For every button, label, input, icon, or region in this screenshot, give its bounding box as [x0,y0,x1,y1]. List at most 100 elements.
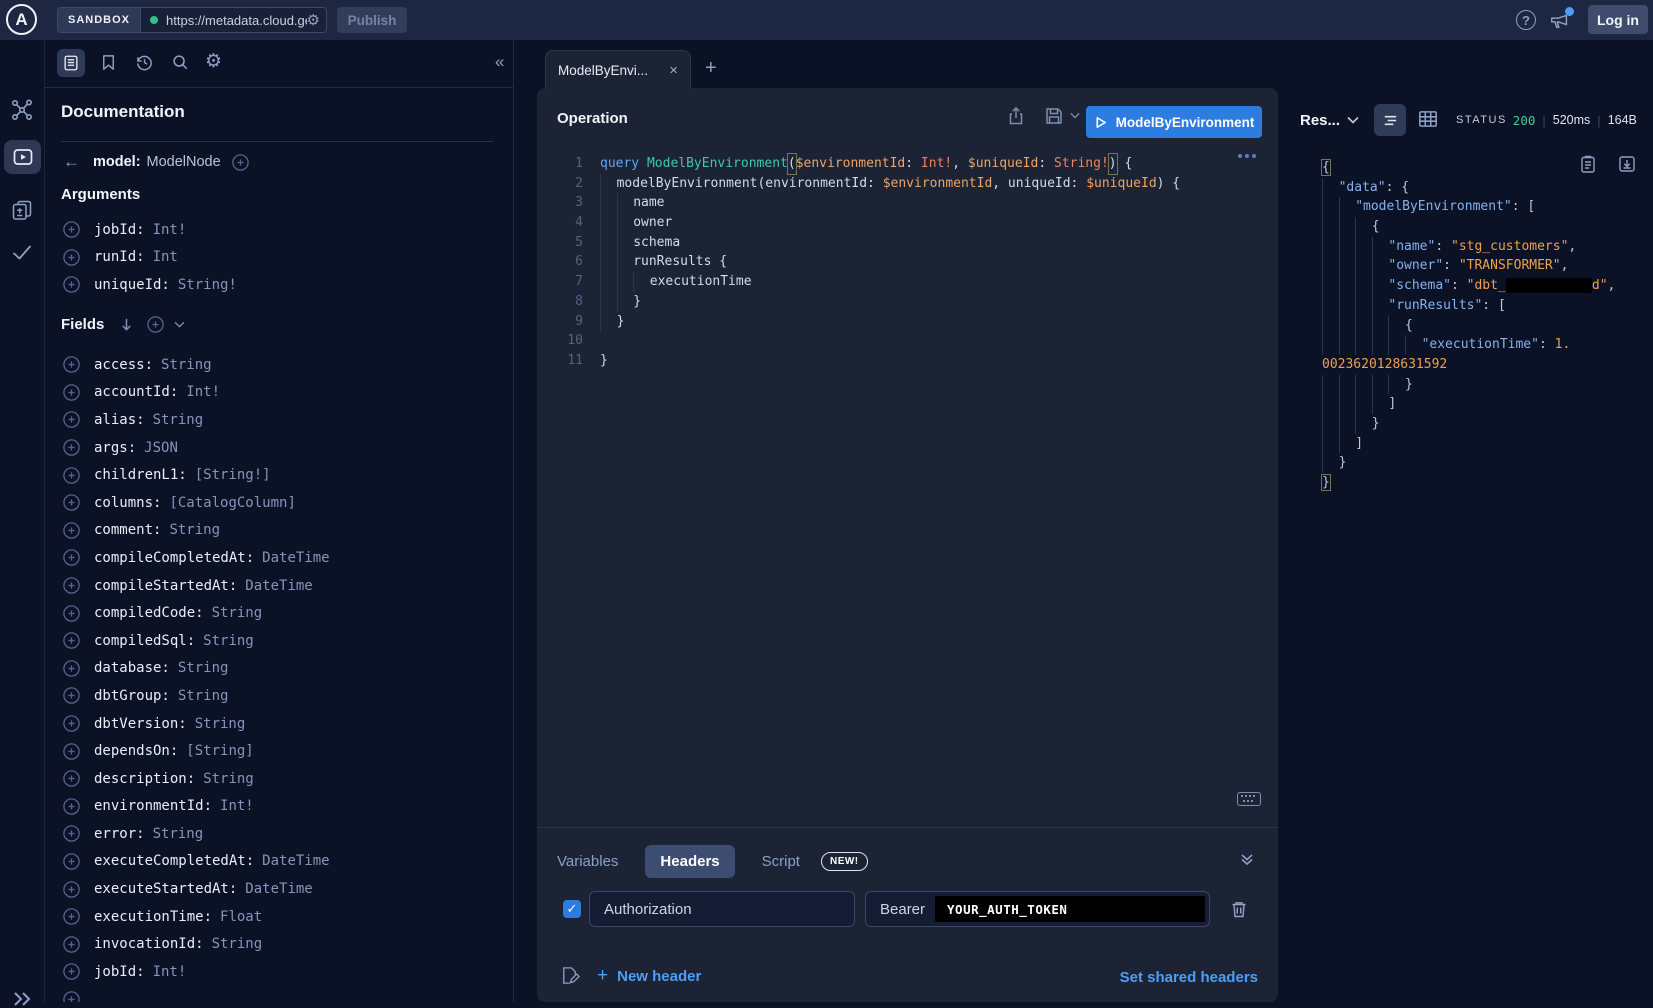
edit-headers-file-icon[interactable] [559,965,581,987]
doc-field-row[interactable]: environmentId:Int! [63,793,513,821]
circle-plus-icon[interactable] [63,632,80,649]
collapse-panel-icon[interactable]: « [495,51,504,73]
pretty-view-toggle-active[interactable] [1374,104,1406,136]
tab-script[interactable]: Script [762,853,800,870]
doc-field-row[interactable]: alias:String [63,406,513,434]
circle-plus-icon[interactable] [63,384,80,401]
code-line[interactable]: 5schema [537,233,1278,253]
circle-plus-icon[interactable] [63,249,80,266]
delete-header-trash-icon[interactable] [1229,899,1249,919]
publish-button[interactable]: Publish [337,7,407,33]
back-arrow-icon[interactable]: ← [63,152,80,172]
tab-variables[interactable]: Variables [557,853,618,870]
share-operation-icon[interactable] [1005,105,1027,127]
doc-field-row[interactable]: executionTime:Float [63,903,513,931]
response-dropdown-chevron-icon[interactable] [1347,116,1359,124]
checks-icon[interactable] [10,240,34,264]
editor-overflow-menu-icon[interactable] [1238,154,1256,158]
doc-field-row[interactable]: uniqueId:String! [63,271,513,299]
code-line[interactable]: 10 [537,331,1278,351]
search-icon[interactable] [171,53,191,73]
doc-field-row[interactable]: args:JSON [63,434,513,462]
circle-plus-icon[interactable] [63,743,80,760]
doc-field-row[interactable]: compileCompletedAt:DateTime [63,544,513,572]
circle-plus-icon[interactable] [63,411,80,428]
sort-fields-icon[interactable] [119,317,134,332]
doc-field-row[interactable]: dependsOn:[String] [63,737,513,765]
circle-plus-icon[interactable] [63,276,80,293]
doc-field-row[interactable]: comment:String [63,517,513,545]
doc-field-row[interactable]: compileStartedAt:DateTime [63,572,513,600]
circle-plus-icon[interactable] [232,154,249,171]
doc-field-row[interactable]: childrenL1:[String!] [63,461,513,489]
circle-plus-icon[interactable] [63,825,80,842]
history-icon[interactable] [135,53,155,73]
apollo-logo-icon[interactable]: A [6,4,37,35]
close-tab-icon[interactable]: × [669,62,678,79]
doc-field-row[interactable]: executeCompletedAt:DateTime [63,848,513,876]
new-header-button[interactable]: + New header [597,965,701,987]
circle-plus-icon[interactable] [63,770,80,787]
doc-field-row[interactable]: dbtGroup:String [63,682,513,710]
circle-plus-icon[interactable] [63,660,80,677]
response-title[interactable]: Res... [1300,112,1340,129]
login-button[interactable]: Log in [1588,5,1648,34]
save-operation-icon[interactable] [1043,105,1065,127]
circle-plus-icon[interactable] [63,798,80,815]
doc-field-row[interactable]: database:String [63,655,513,683]
code-line[interactable]: 3name [537,193,1278,213]
operation-collections-icon[interactable] [10,198,34,222]
doc-field-row[interactable]: description:String [63,765,513,793]
header-enabled-checkbox[interactable]: ✓ [563,900,581,918]
operation-tab[interactable]: ModelByEnvi... × [545,50,691,89]
circle-plus-icon[interactable] [63,467,80,484]
circle-plus-icon[interactable] [63,549,80,566]
doc-field-row[interactable]: dbtVersion:String [63,710,513,738]
add-all-fields-plus-icon[interactable] [147,316,164,333]
settings-gear-icon[interactable]: ⚙ [205,50,225,70]
table-view-toggle-icon[interactable] [1416,107,1442,133]
endpoint-url-input[interactable]: https://metadata.cloud.get ⚙ [141,8,326,32]
announcements-megaphone-icon[interactable] [1548,9,1572,31]
doc-field-row[interactable]: executeStartedAt:DateTime [63,875,513,903]
circle-plus-icon[interactable] [63,853,80,870]
schema-graph-icon[interactable] [10,98,34,122]
circle-plus-icon[interactable] [63,936,80,953]
doc-field-row[interactable]: access:String [63,351,513,379]
documentation-tab-active[interactable] [57,49,85,77]
graphql-editor[interactable]: 1query ModelByEnvironment($environmentId… [537,154,1278,371]
code-line[interactable]: 6runResults { [537,252,1278,272]
new-tab-plus-icon[interactable]: + [705,57,717,80]
doc-field-row[interactable]: runId:Int [63,244,513,272]
bookmark-icon[interactable] [99,53,119,73]
circle-plus-icon[interactable] [63,221,80,238]
header-value-input[interactable]: Bearer YOUR_AUTH_TOKEN [865,891,1210,927]
code-line[interactable]: 7executionTime [537,272,1278,292]
circle-plus-icon[interactable] [147,316,164,333]
code-line[interactable]: 11} [537,351,1278,371]
explorer-nav-active[interactable] [4,140,41,174]
doc-field-row[interactable]: compiledSql:String [63,627,513,655]
collapse-bottom-panel-icon[interactable] [1240,852,1254,866]
circle-plus-icon[interactable] [63,991,80,1002]
circle-plus-icon[interactable] [63,881,80,898]
circle-plus-icon[interactable] [63,494,80,511]
doc-field-row[interactable]: jobId:Int! [63,216,513,244]
code-line[interactable]: 8} [537,292,1278,312]
expand-rail-chevrons-icon[interactable] [12,990,34,1008]
tab-headers[interactable]: Headers [645,845,734,878]
doc-field-row[interactable]: columns:[CatalogColumn] [63,489,513,517]
doc-field-row[interactable]: accountId:Int! [63,379,513,407]
code-line[interactable]: 1query ModelByEnvironment($environmentId… [537,154,1278,174]
circle-plus-icon[interactable] [63,908,80,925]
code-line[interactable]: 9} [537,312,1278,332]
set-shared-headers-link[interactable]: Set shared headers [1120,969,1258,986]
doc-field-row[interactable]: error:String [63,820,513,848]
header-key-input[interactable]: Authorization [589,891,855,927]
breadcrumb-type[interactable]: ModelNode [147,154,221,170]
doc-field-row[interactable]: jobId:Int! [63,958,513,986]
run-operation-button[interactable]: ModelByEnvironment [1086,106,1262,138]
doc-field-row[interactable] [63,986,513,1002]
keyboard-shortcuts-icon[interactable] [1237,792,1261,806]
help-icon[interactable]: ? [1516,10,1536,30]
